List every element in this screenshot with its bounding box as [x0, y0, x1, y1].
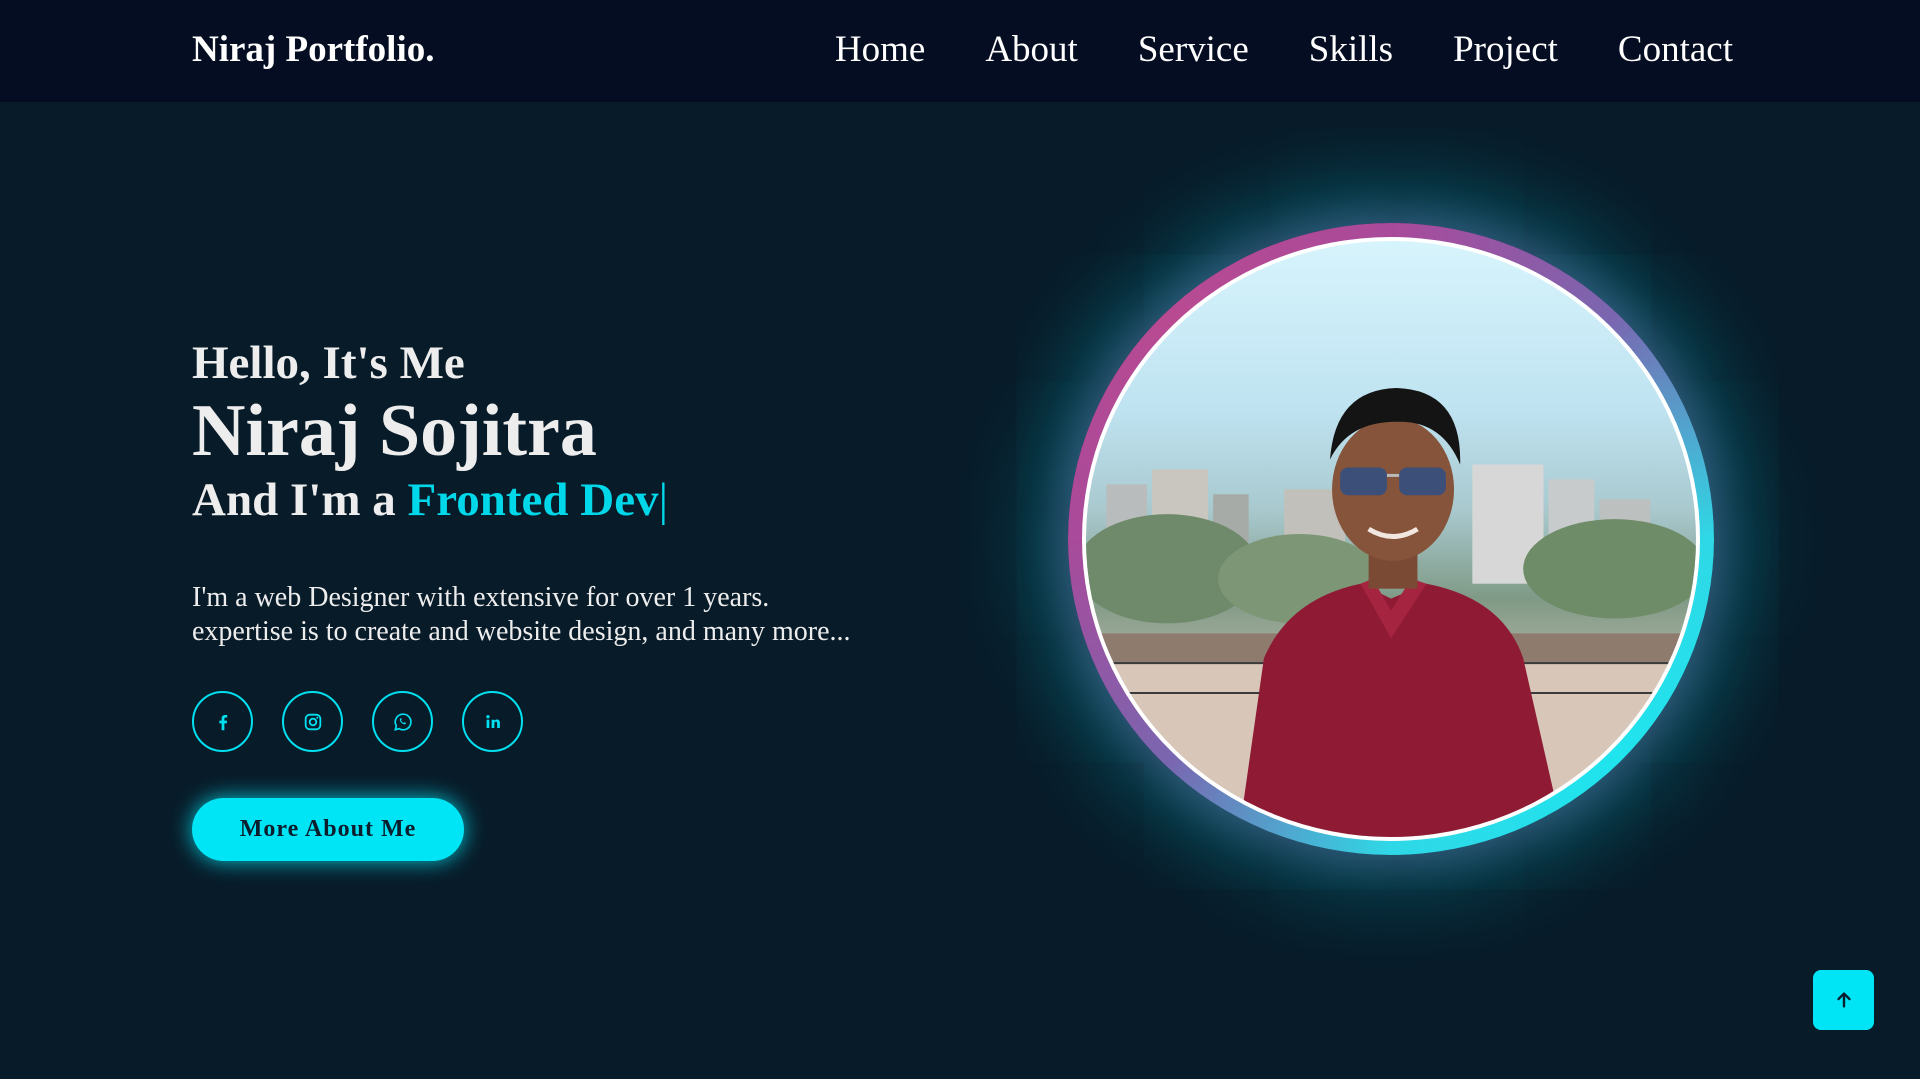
- profile-photo: [1082, 237, 1700, 841]
- instagram-icon: [304, 713, 321, 730]
- description-line: expertise is to create and website desig…: [192, 616, 851, 647]
- facebook-link[interactable]: [192, 691, 253, 752]
- hero-role-line: And I'm a Fronted Dev|: [192, 469, 952, 531]
- navbar: Niraj Portfolio. Home About Service Skil…: [0, 0, 1920, 102]
- linkedin-icon: [485, 714, 500, 728]
- whatsapp-link[interactable]: [372, 691, 433, 752]
- hero-greeting: Hello, It's Me: [192, 337, 465, 389]
- nav-link-about[interactable]: About: [985, 28, 1078, 71]
- description-line: I'm a web Designer with extensive for ov…: [192, 582, 770, 613]
- nav-link-project[interactable]: Project: [1453, 28, 1558, 71]
- hero-role-prefix: And I'm a: [192, 474, 408, 526]
- nav-link-home[interactable]: Home: [835, 28, 925, 71]
- more-about-me-button[interactable]: More About Me: [192, 798, 464, 861]
- hero-role-typed: Fronted Dev: [407, 474, 659, 526]
- hero-description: I'm a web Designer with extensive for ov…: [192, 581, 952, 649]
- nav-link-skills[interactable]: Skills: [1309, 28, 1393, 71]
- nav-link-service[interactable]: Service: [1138, 28, 1249, 71]
- arrow-up-icon: [1836, 992, 1851, 1008]
- profile-photo-illustration: [1086, 388, 1696, 837]
- social-links: [192, 691, 952, 752]
- hero-content: Hello, It's Me Niraj Sojitra And I'm a F…: [192, 333, 952, 861]
- nav-menu: Home About Service Skills Project Contac…: [835, 28, 1733, 71]
- linkedin-link[interactable]: [462, 691, 523, 752]
- instagram-link[interactable]: [282, 691, 343, 752]
- whatsapp-icon: [393, 712, 412, 731]
- scroll-to-top-button[interactable]: [1813, 970, 1874, 1030]
- hero-name: Niraj Sojitra: [192, 390, 597, 472]
- profile-photo-frame: [1068, 223, 1714, 855]
- facebook-icon: [218, 714, 227, 730]
- typing-cursor: |: [658, 474, 668, 526]
- site-logo[interactable]: Niraj Portfolio.: [192, 28, 434, 71]
- nav-link-contact[interactable]: Contact: [1618, 28, 1733, 71]
